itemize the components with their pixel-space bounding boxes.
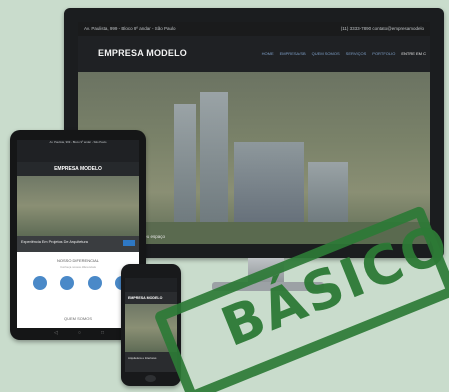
nav-item-contato[interactable]: ENTRE EM C — [401, 51, 426, 56]
phone-home-button[interactable] — [145, 375, 156, 382]
monitor-header: EMPRESA MODELO HOME EMPRESA/SB QUEM SOMO… — [78, 36, 430, 72]
tablet-section-title: NOSSO DIFERENCIAL — [56, 258, 99, 263]
site-brand[interactable]: EMPRESA MODELO — [98, 48, 187, 58]
monitor-topbar: Av. Paulista, 999 - Bloco 9º andar - São… — [78, 22, 430, 36]
tablet-feature-text: Experiência Em Projetos De Arquitetura — [21, 240, 88, 244]
nav-item-quem-somos[interactable]: QUEM SOMOS — [312, 51, 340, 56]
phone-hero-text: Arquitetura e Interiores — [128, 356, 157, 360]
tablet-nav-buttons: ◁ ○ □ — [54, 330, 104, 336]
feature-icon — [87, 276, 102, 290]
tablet-feature-icons — [33, 276, 129, 290]
building-shape — [308, 162, 348, 224]
tablet-topbar-text: Av. Paulista, 999 - Bloco 9º andar - São… — [49, 140, 107, 144]
building-shape — [200, 92, 228, 224]
nav-item-empresa[interactable]: EMPRESA/SB — [280, 51, 306, 56]
tablet-brand[interactable]: EMPRESA MODELO — [17, 166, 139, 172]
back-icon[interactable]: ◁ — [54, 330, 58, 336]
recents-icon[interactable]: □ — [101, 330, 104, 336]
home-icon[interactable]: ○ — [78, 330, 81, 336]
feature-icon — [60, 276, 75, 290]
site-nav: HOME EMPRESA/SB QUEM SOMOS SERVIÇOS PORT… — [262, 51, 426, 56]
phone-brand[interactable]: EMPRESA MODELO — [128, 296, 162, 300]
tablet-hero-image — [17, 176, 139, 236]
feature-icon — [33, 276, 47, 290]
nav-item-servicos[interactable]: SERVIÇOS — [346, 51, 367, 56]
topbar-contact: (11) 3333-7890 contato@empresamodelo — [340, 26, 424, 31]
nav-item-portfolio[interactable]: PORTFOLIO — [372, 51, 395, 56]
nav-item-home[interactable]: HOME — [262, 51, 274, 56]
tablet-topbar: Av. Paulista, 999 - Bloco 9º andar - São… — [17, 140, 139, 162]
tablet-feature-bar — [17, 236, 139, 252]
building-shape — [174, 104, 196, 224]
phone-topbar — [125, 278, 177, 292]
tablet-feature-button[interactable] — [123, 240, 135, 246]
showcase-stage: Av. Paulista, 999 - Bloco 9º andar - São… — [0, 0, 449, 392]
tablet-section-subtitle: Conheça nossos diferenciais — [60, 265, 96, 269]
building-shape — [234, 142, 304, 224]
topbar-address: Av. Paulista, 999 - Bloco 9º andar - São… — [84, 26, 176, 31]
